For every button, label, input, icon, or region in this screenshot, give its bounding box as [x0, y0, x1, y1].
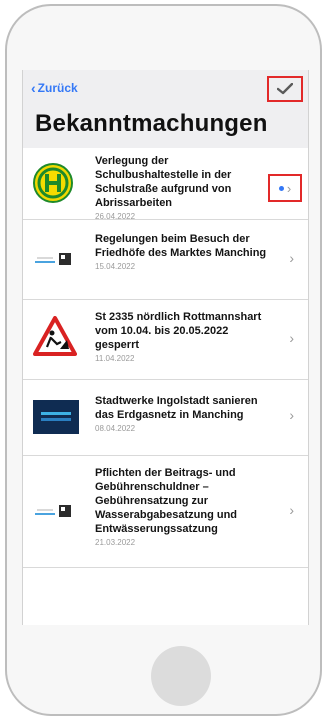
chevron-right-icon: › — [286, 180, 292, 196]
list-item[interactable]: Stadtwerke Ingolstadt sanieren das Erdga… — [23, 380, 308, 456]
back-button[interactable]: ‹ Zurück — [31, 81, 78, 95]
unread-dot-icon — [278, 185, 284, 191]
list-item[interactable]: Regelungen beim Besuch der Friedhöfe des… — [23, 220, 308, 300]
announcement-title: Stadtwerke Ingolstadt sanieren das Erdga… — [95, 395, 258, 421]
navigation-bar: ‹ Zurück Bekanntmachungen — [23, 70, 308, 148]
home-button[interactable] — [151, 646, 211, 706]
announcement-date: 21.03.2022 — [95, 538, 136, 547]
chevron-right-icon: › — [289, 407, 294, 423]
market-logo-icon — [33, 502, 75, 525]
announcement-title: St 2335 nördlich Rottmannshart vom 10.04… — [95, 311, 262, 351]
list-item[interactable]: Verlegung der Schulbushaltestelle in der… — [23, 148, 308, 221]
announcement-list: Verlegung der Schulbushaltestelle in der… — [23, 148, 308, 568]
announcement-title: Pflichten der Beitrags- und Gebührenschu… — [95, 467, 238, 535]
mark-all-read-button[interactable] — [267, 76, 303, 102]
announcement-date: 15.04.2022 — [95, 262, 136, 271]
chevron-right-icon: › — [289, 330, 294, 346]
list-item[interactable]: St 2335 nördlich Rottmannshart vom 10.04… — [23, 300, 308, 380]
chevron-right-icon: › — [289, 250, 294, 266]
list-item[interactable]: Pflichten der Beitrags- und Gebührenschu… — [23, 456, 308, 568]
unread-indicator: › — [268, 174, 302, 202]
page-title: Bekanntmachungen — [35, 110, 268, 137]
chevron-right-icon: › — [289, 502, 294, 518]
back-label: Zurück — [37, 81, 78, 95]
bus-stop-icon — [33, 163, 73, 208]
market-logo-icon — [33, 250, 75, 273]
roadworks-warning-icon — [33, 316, 77, 361]
announcement-date: 11.04.2022 — [95, 354, 135, 363]
announcement-title: Regelungen beim Besuch der Friedhöfe des… — [95, 233, 267, 259]
announcement-title: Verlegung der Schulbushaltestelle in der… — [95, 155, 232, 209]
screen: ‹ Zurück Bekanntmachungen Verlegung der … — [22, 70, 309, 625]
checkmark-icon — [277, 83, 293, 95]
stadtwerke-logo-icon — [33, 400, 79, 439]
announcement-date: 08.04.2022 — [95, 424, 136, 433]
chevron-left-icon: ‹ — [31, 80, 36, 96]
